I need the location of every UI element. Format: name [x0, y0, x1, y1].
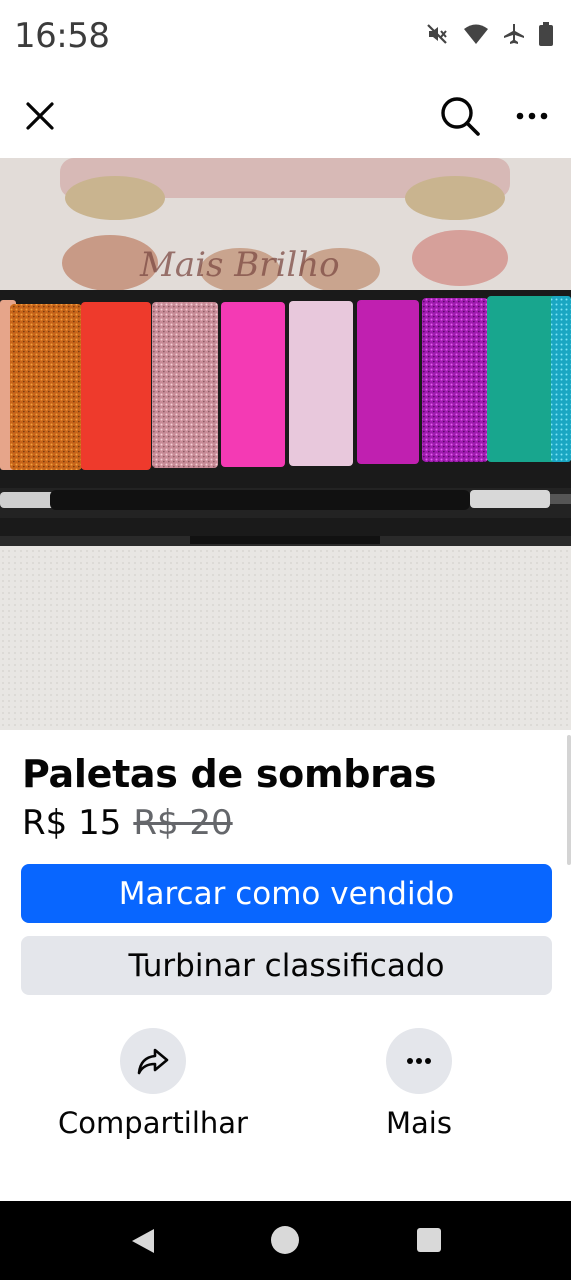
share-icon[interactable]: [120, 1028, 186, 1094]
share-action[interactable]: Compartilhar: [33, 1028, 273, 1148]
status-time: 16:58: [14, 16, 110, 56]
status-icons: [425, 22, 553, 46]
close-icon[interactable]: [20, 96, 60, 136]
mute-icon: [425, 22, 449, 46]
battery-icon: [539, 22, 553, 46]
more-horizontal-icon[interactable]: [386, 1028, 452, 1094]
original-price: R$ 20: [133, 803, 233, 843]
svg-text:Mais Brilho: Mais Brilho: [139, 245, 340, 285]
mark-as-sold-button[interactable]: Marcar como vendido: [21, 864, 552, 923]
eyeshadow-palette-photo[interactable]: Mais Brilho: [0, 158, 571, 730]
scrollbar[interactable]: [567, 735, 571, 865]
share-label: Compartilhar: [58, 1106, 248, 1140]
system-nav-bar: [0, 1201, 571, 1280]
current-price: R$ 15: [22, 803, 122, 843]
price-row: R$ 15 R$ 20: [22, 803, 233, 843]
home-icon[interactable]: [271, 1226, 299, 1254]
back-icon[interactable]: [130, 1227, 156, 1259]
listing-title: Paletas de sombras: [22, 752, 437, 796]
more-action[interactable]: Mais: [299, 1028, 539, 1148]
airplane-icon: [503, 23, 525, 45]
boost-listing-button[interactable]: Turbinar classificado: [21, 936, 552, 995]
status-bar: 16:58: [0, 0, 571, 76]
search-icon[interactable]: [438, 94, 482, 138]
cut-off-section-heading: [22, 1188, 282, 1202]
more-icon[interactable]: [512, 96, 552, 136]
wifi-icon: [463, 23, 489, 45]
more-label: Mais: [386, 1106, 452, 1140]
top-nav: [0, 76, 571, 158]
recent-apps-icon[interactable]: [417, 1228, 441, 1252]
